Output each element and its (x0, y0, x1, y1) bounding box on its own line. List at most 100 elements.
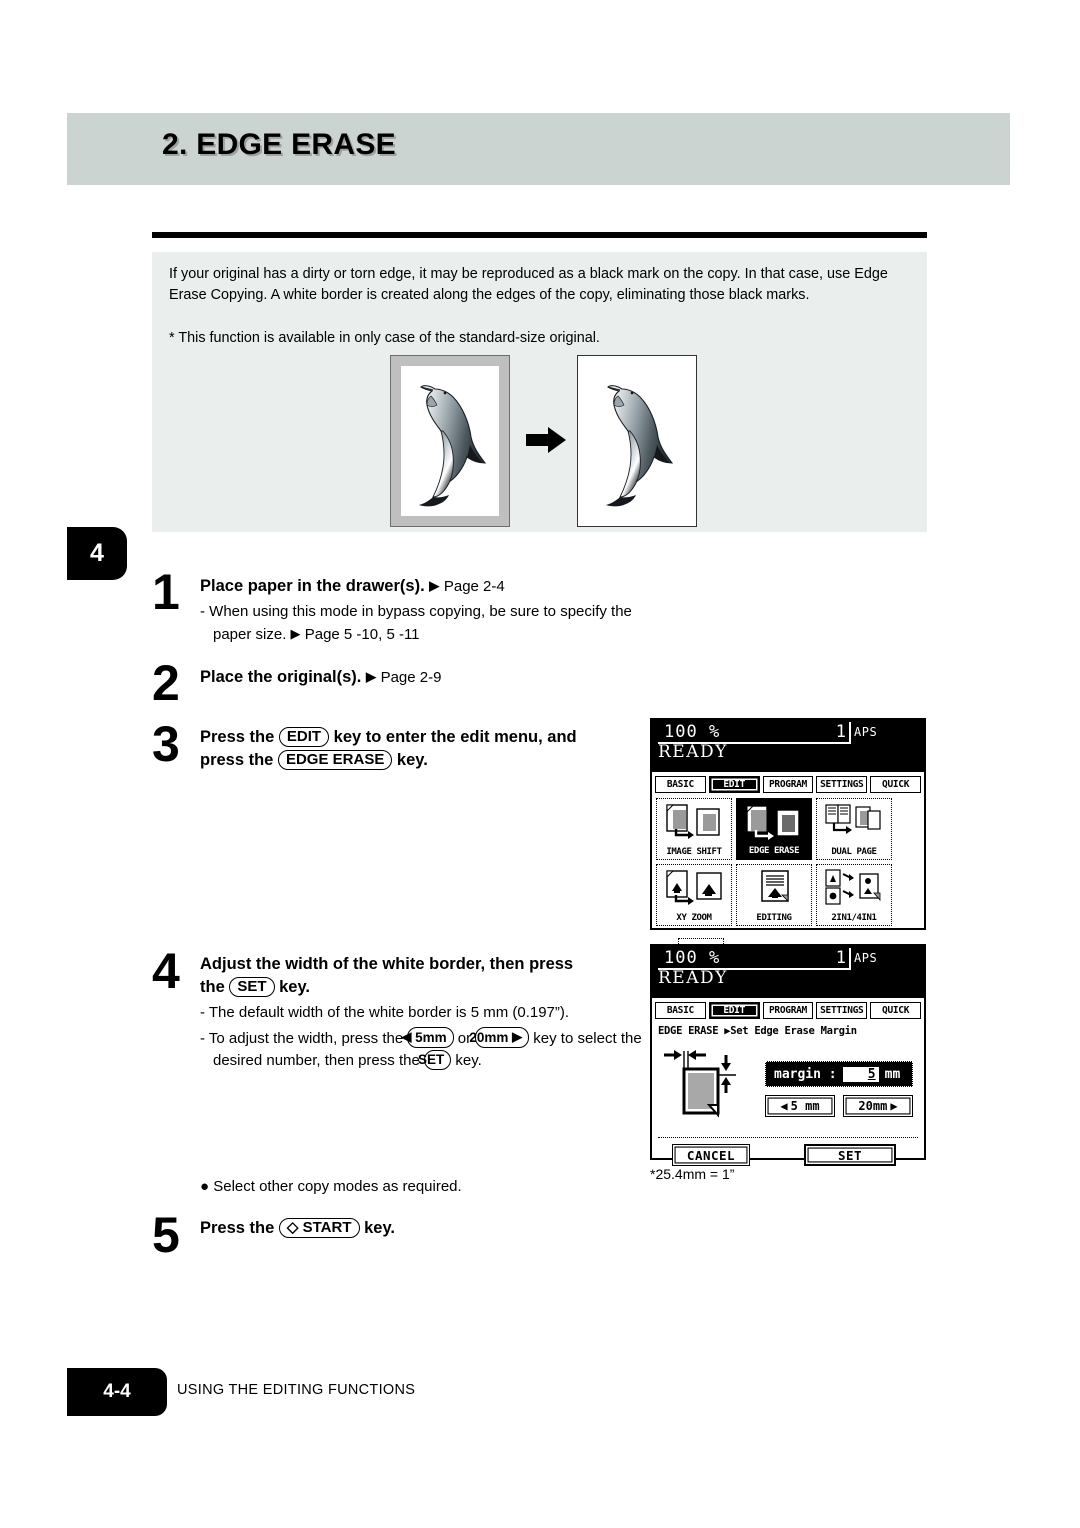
menu-button-xy-zoom[interactable]: XY ZOOM (656, 864, 732, 926)
lcd-status-bar: 100 % 1 APS READY (652, 720, 924, 772)
dolphin-illustration (411, 371, 489, 511)
copy-count-display: 1 (808, 722, 851, 744)
page-ref-arrow-icon: ▶ (365, 669, 376, 684)
breadcrumb: EDGE ERASE ▶Set Edge Erase Margin (658, 1025, 857, 1037)
decrease-margin-key-label: ◀ 5mm (401, 1027, 454, 1048)
step-1-number: 1 (152, 564, 180, 620)
margin-diagram-icon (662, 1045, 744, 1125)
menu-button-label: 2IN1/4IN1 (831, 913, 877, 923)
menu-button-label: XY ZOOM (676, 913, 712, 923)
status-message: READY (658, 742, 728, 762)
tab-edit[interactable]: EDIT (708, 776, 760, 793)
margin-value-field: margin : 5 mm (765, 1061, 913, 1087)
menu-button-editing[interactable]: EDITING (736, 864, 812, 926)
intro-panel: If your original has a dirty or torn edg… (152, 252, 927, 532)
tab-program[interactable]: PROGRAM (762, 1002, 814, 1019)
tab-basic[interactable]: BASIC (655, 776, 706, 793)
start-symbol-icon: ◇ (286, 1219, 299, 1236)
lcd-screenshot-margin-setting: 100 % 1 APS READY BASIC EDIT PROGRAM SET… (650, 944, 926, 1166)
edit-key-label: EDIT (278, 727, 330, 747)
chapter-tab-marker: 4 (67, 527, 127, 580)
tab-program[interactable]: PROGRAM (762, 776, 814, 793)
set-key-label: SET (418, 1050, 452, 1070)
step-2-page-ref: Page 2-9 (380, 669, 442, 686)
menu-button-label: IMAGE SHIFT (666, 847, 722, 857)
decrease-margin-button[interactable]: ◀ 5 mm (765, 1095, 835, 1117)
step-5-text-a: Press the (200, 1219, 275, 1237)
copy-count-display: 1 (808, 948, 851, 970)
step-4-subnote-2: - To adjust the width, press the ◀ 5mm o… (200, 1027, 652, 1072)
step-2: 2 Place the original(s). ▶ Page 2-9 (152, 658, 652, 708)
original-document-figure (390, 355, 510, 527)
menu-button-label: DUAL PAGE (831, 847, 877, 857)
footer-section-title: USING THE EDITING FUNCTIONS (177, 1382, 416, 1398)
start-key-label: ◇ START (278, 1218, 360, 1238)
step-5-heading: Press the ◇ START key. (200, 1217, 652, 1240)
edge-erase-illustration (152, 355, 927, 530)
menu-button-dual-page[interactable]: DUAL PAGE (816, 798, 892, 860)
tab-settings[interactable]: SETTINGS (816, 1002, 868, 1019)
copy-page-area (588, 366, 686, 516)
additional-modes-note: ● Select other copy modes as required. (200, 1178, 462, 1195)
margin-current-value: 5 (842, 1066, 879, 1082)
paper-mode-display: APS (854, 725, 878, 739)
step-1-heading: Place paper in the drawer(s). ▶ Page 2-4 (200, 574, 652, 598)
2in1-4in1-icon (819, 867, 889, 907)
step-3-number: 3 (152, 716, 180, 772)
decrease-margin-key-text: 5mm (415, 1030, 447, 1045)
step-3-text-b: key to enter the edit menu, and (333, 728, 577, 746)
step-5-number: 5 (152, 1207, 180, 1263)
footer-page-number: 4-4 (103, 1381, 131, 1402)
left-arrow-icon: ◀ (780, 1099, 788, 1113)
dual-page-icon (819, 801, 889, 841)
xy-zoom-icon (659, 867, 729, 907)
dolphin-illustration (598, 371, 676, 511)
start-key-text: START (302, 1219, 352, 1236)
set-key-label: SET (229, 977, 275, 997)
set-button[interactable]: SET (804, 1144, 896, 1166)
left-arrow-icon: ◀ (401, 1029, 412, 1044)
page-title: 2. EDGE ERASE (162, 128, 396, 161)
step-2-heading: Place the original(s). ▶ Page 2-9 (200, 665, 652, 689)
step-2-number: 2 (152, 655, 180, 711)
step-5: 5 Press the ◇ START key. (152, 1210, 652, 1260)
step-3-heading: Press the EDIT key to enter the edit men… (200, 726, 652, 772)
menu-button-edge-erase[interactable]: EDGE ERASE (736, 798, 812, 860)
tab-quick[interactable]: QUICK (870, 776, 921, 793)
lcd-status-bar: 100 % 1 APS READY (652, 946, 924, 998)
tab-quick[interactable]: QUICK (870, 1002, 921, 1019)
step-4-subnote-1: - The default width of the white border … (200, 1004, 570, 1021)
menu-button-image-shift[interactable]: IMAGE SHIFT (656, 798, 732, 860)
step-3-text-c: press the (200, 751, 274, 769)
step-4-subnote-2-text-a: - To adjust the width, press the (200, 1030, 404, 1047)
step-4: 4 Adjust the width of the white border, … (152, 946, 652, 1072)
margin-field-unit: mm (884, 1066, 901, 1082)
paper-mode-display: APS (854, 951, 878, 965)
increase-margin-key-text: 20mm (469, 1030, 509, 1045)
right-arrow-icon: ▶ (890, 1099, 898, 1113)
edge-erase-key-label: EDGE ERASE (277, 750, 393, 770)
section-divider-rule (152, 232, 927, 238)
footer-page-tab: 4-4 (67, 1368, 167, 1416)
tab-edit[interactable]: EDIT (708, 1002, 760, 1019)
cancel-button[interactable]: CANCEL (672, 1144, 750, 1166)
step-2-heading-text: Place the original(s). (200, 668, 362, 686)
menu-button-2in1-4in1[interactable]: 2IN1/4IN1 (816, 864, 892, 926)
image-shift-icon (659, 801, 729, 841)
intro-note: * This function is available in only cas… (169, 330, 600, 346)
lcd-screenshot-edit-menu: 100 % 1 APS READY BASIC EDIT PROGRAM SET… (650, 718, 926, 986)
edge-erase-icon (740, 802, 808, 842)
dolphin-svg (606, 385, 674, 507)
right-arrow-icon: ▶ (512, 1029, 523, 1044)
original-page-area (401, 366, 499, 516)
step-3: 3 Press the EDIT key to enter the edit m… (152, 719, 652, 772)
step-4-subnote-2-text-d: key. (455, 1052, 482, 1069)
menu-button-label: EDITING (756, 913, 792, 923)
tab-basic[interactable]: BASIC (655, 1002, 706, 1019)
increase-margin-button[interactable]: 20mm ▶ (843, 1095, 913, 1117)
title-bar: 2. EDGE ERASE (67, 113, 1010, 185)
tab-settings[interactable]: SETTINGS (816, 776, 868, 793)
editing-icon (739, 867, 809, 907)
lcd-tab-bar: BASIC EDIT PROGRAM SETTINGS QUICK (652, 772, 924, 796)
increase-margin-label: 20mm (858, 1099, 888, 1113)
